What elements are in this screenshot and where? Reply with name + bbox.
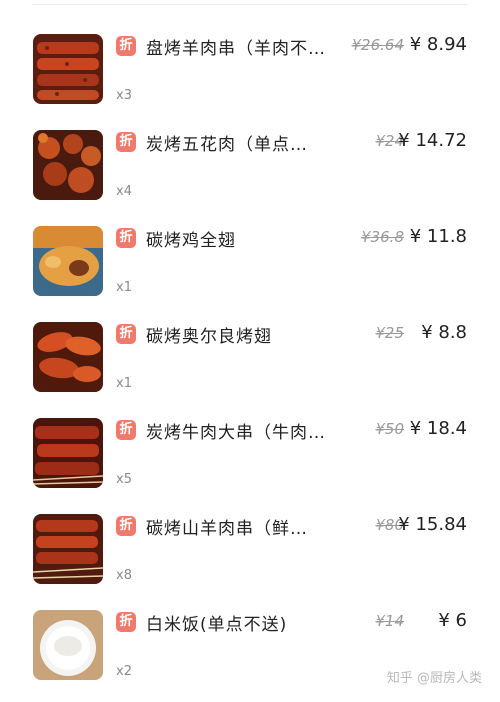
discount-badge: 折: [116, 612, 136, 632]
item-price: ¥ 14.72: [398, 130, 467, 151]
discount-badge: 折: [116, 516, 136, 536]
pork-belly-image: [33, 130, 103, 200]
discount-badge: 折: [116, 132, 136, 152]
item-price: ¥ 8.94: [409, 34, 467, 55]
item-name: 碳烤鸡全翅: [146, 231, 236, 251]
item-quantity: x8: [116, 568, 132, 583]
lamb-skewers-image: [33, 34, 103, 104]
item-quantity: x1: [116, 280, 132, 295]
item-name: 碳烤奥尔良烤翅: [146, 327, 272, 347]
original-price: ¥14: [375, 612, 404, 630]
item-price: ¥ 8.8: [421, 322, 467, 343]
list-item[interactable]: 折 碳烤鸡全翅 ¥36.8 ¥ 11.8 x1: [0, 210, 500, 306]
order-item-list: 折 盘烤羊肉串（羊肉不… ¥26.64 ¥ 8.94 x3 折 炭烤五花肉（单点…: [0, 0, 500, 702]
list-item[interactable]: 折 炭烤牛肉大串（牛肉… ¥50 ¥ 18.4 x5: [0, 402, 500, 498]
list-item[interactable]: 折 炭烤五花肉（单点… ¥24 ¥ 14.72 x4: [0, 114, 500, 210]
original-price: ¥26.64: [351, 36, 405, 54]
discount-badge: 折: [116, 36, 136, 56]
item-quantity: x1: [116, 376, 132, 391]
discount-badge: 折: [116, 420, 136, 440]
item-price: ¥ 18.4: [409, 418, 467, 439]
item-price: ¥ 6: [438, 610, 467, 631]
original-price: ¥25: [375, 324, 404, 342]
item-quantity: x5: [116, 472, 132, 487]
goat-skewers-image: [33, 514, 103, 584]
item-quantity: x2: [116, 664, 132, 679]
item-name: 炭烤五花肉（单点…: [146, 135, 308, 155]
item-quantity: x3: [116, 88, 132, 103]
original-price: ¥50: [375, 420, 404, 438]
item-name: 盘烤羊肉串（羊肉不…: [146, 39, 326, 59]
white-rice-image: [33, 610, 103, 680]
item-quantity: x4: [116, 184, 132, 199]
watermark: 知乎 @厨房人类: [386, 671, 482, 686]
original-price: ¥36.8: [361, 228, 404, 246]
chicken-wing-image: [33, 226, 103, 296]
list-item[interactable]: 折 碳烤奥尔良烤翅 ¥25 ¥ 8.8 x1: [0, 306, 500, 402]
item-name: 碳烤山羊肉串（鲜…: [146, 519, 308, 539]
beef-skewers-image: [33, 418, 103, 488]
item-price: ¥ 11.8: [409, 226, 467, 247]
item-name: 炭烤牛肉大串（牛肉…: [146, 423, 326, 443]
list-item[interactable]: 折 盘烤羊肉串（羊肉不… ¥26.64 ¥ 8.94 x3: [0, 18, 500, 114]
item-name: 白米饭(单点不送): [146, 615, 288, 635]
orleans-wings-image: [33, 322, 103, 392]
discount-badge: 折: [116, 228, 136, 248]
discount-badge: 折: [116, 324, 136, 344]
list-item[interactable]: 折 碳烤山羊肉串（鲜… ¥80 ¥ 15.84 x8: [0, 498, 500, 594]
item-price: ¥ 15.84: [398, 514, 467, 535]
